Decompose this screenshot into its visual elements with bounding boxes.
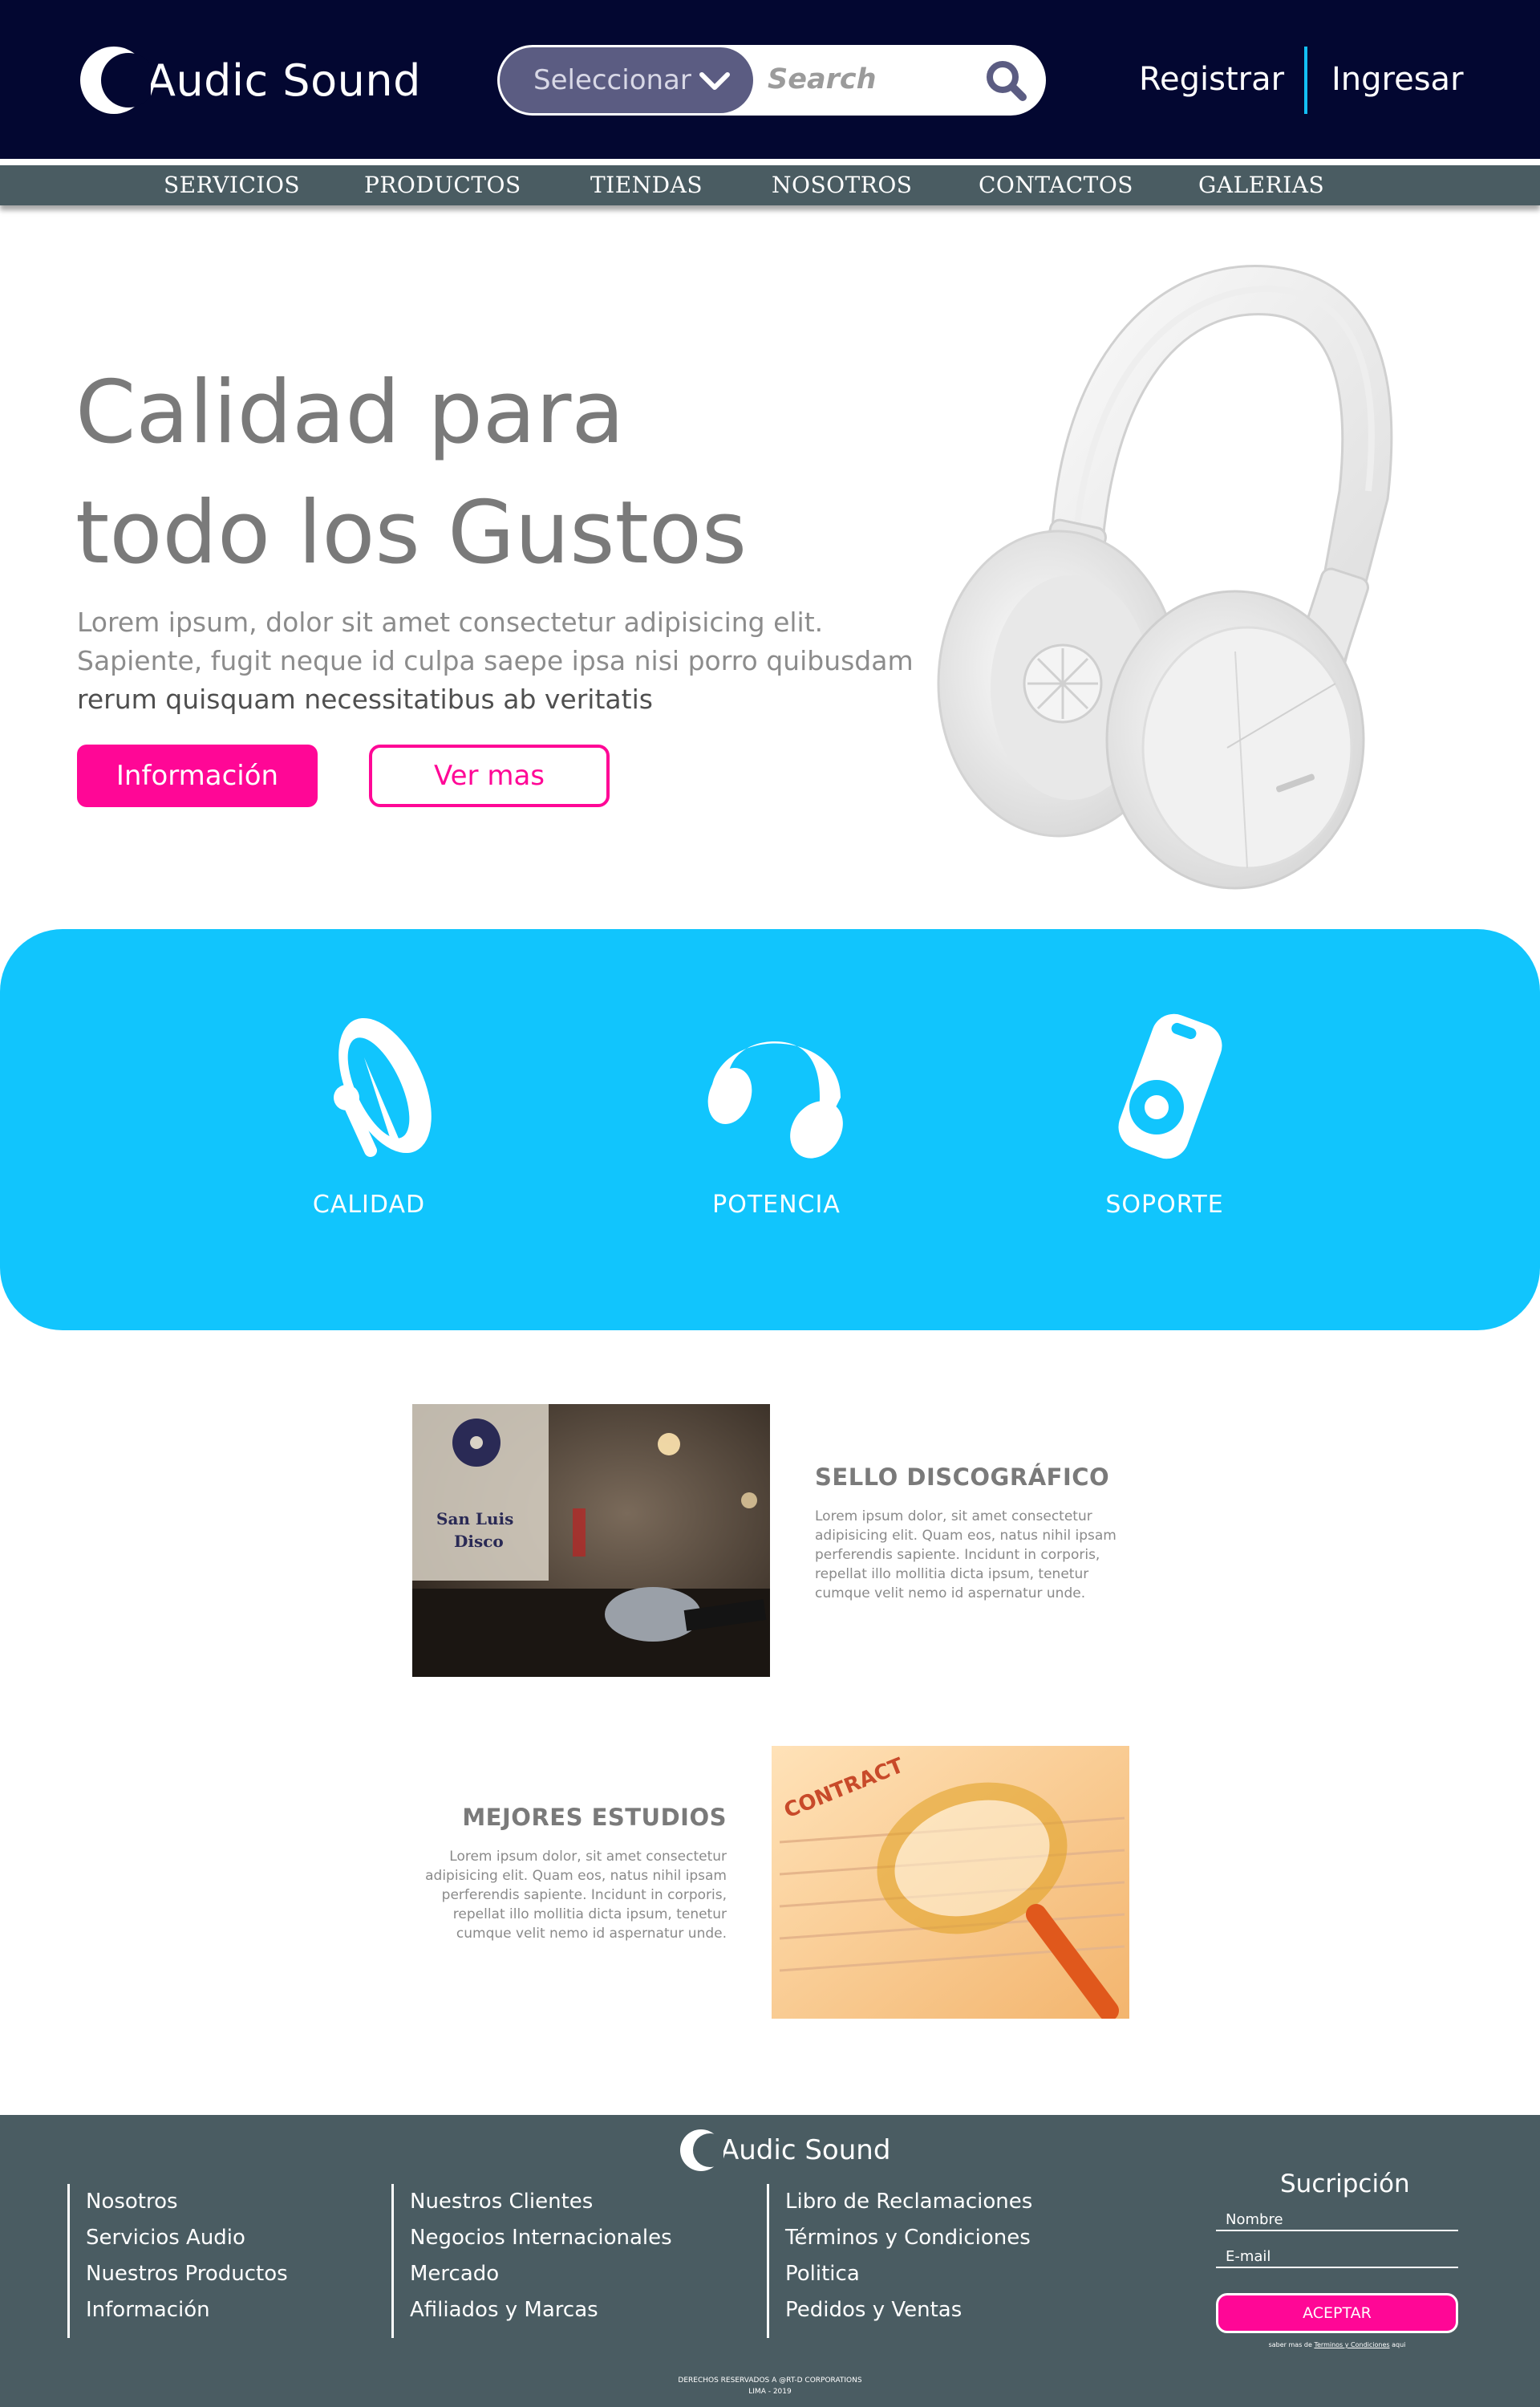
search-icon[interactable] xyxy=(981,55,1031,105)
footer-copyright: DERECHOS RESERVADOS A @RT-D CORPORATIONS xyxy=(678,2377,862,2385)
feature-potencia-label: POTENCIA xyxy=(712,1191,841,1219)
footer-link-servicios-audio[interactable]: Servicios Audio xyxy=(86,2220,288,2256)
category-select-label: Seleccionar xyxy=(533,64,691,96)
section-text-record-label: Lorem ipsum dolor, sit amet consectetur … xyxy=(815,1508,1116,1601)
information-button[interactable]: Información xyxy=(77,745,318,807)
nav-item-galerias[interactable]: GALERIAS xyxy=(1198,172,1324,198)
header-divider xyxy=(0,159,1540,165)
section-text-studios: Lorem ipsum dolor, sit amet consectetur … xyxy=(425,1849,727,1942)
register-link[interactable]: Registrar xyxy=(1139,61,1284,98)
subscription-email-field[interactable]: E-mail xyxy=(1216,2248,1458,2268)
feature-potencia: POTENCIA xyxy=(640,1009,913,1219)
auth-divider xyxy=(1304,47,1307,114)
music-player-icon xyxy=(1118,1013,1222,1159)
nav-item-tiendas[interactable]: TIENDAS xyxy=(590,172,703,198)
subscription-title: Sucripción xyxy=(1280,2170,1410,2198)
feature-soporte: SOPORTE xyxy=(1028,1009,1301,1219)
subscription-terms-note: saber mas de Terminos y Condiciones aqui xyxy=(1216,2341,1458,2348)
feature-calidad: CALIDAD xyxy=(233,1009,505,1219)
footer-link-terminos-condiciones[interactable]: Términos y Condiciones xyxy=(785,2220,1032,2256)
hero-text-line3: rerum quisquam necessitatibus ab veritat… xyxy=(77,684,653,715)
section-title-record-label: SELLO DISCOGRÁFICO xyxy=(815,1463,1110,1491)
footer-link-politica[interactable]: Politica xyxy=(785,2256,1032,2292)
subscription-note-before: saber mas de xyxy=(1268,2341,1312,2348)
search-bar: Seleccionar Search xyxy=(497,45,1046,116)
footer-column-2: Nuestros Clientes Negocios Internacional… xyxy=(391,2184,672,2338)
photo-sign-line1: San Luis xyxy=(436,1509,513,1528)
photo-sign-line2: Disco xyxy=(454,1532,504,1551)
subscription-accept-button[interactable]: ACEPTAR xyxy=(1216,2293,1458,2333)
record-label-photo: San Luis Disco xyxy=(412,1404,770,1677)
footer-logo[interactable]: Audic Sound xyxy=(679,2125,890,2176)
subscription-name-field[interactable]: Nombre xyxy=(1216,2211,1458,2231)
contract-magnifier-photo: CONTRACT xyxy=(772,1746,1129,2019)
main-nav: SERVICIOS PRODUCTOS TIENDAS NOSOTROS CON… xyxy=(0,165,1540,205)
hero-title-line2: todo los Gustos xyxy=(75,483,748,583)
site-header: Audic Sound Seleccionar Search Registrar… xyxy=(0,0,1540,159)
footer-link-nuestros-productos[interactable]: Nuestros Productos xyxy=(86,2256,288,2292)
subscription-terms-link[interactable]: Terminos y Condiciones xyxy=(1314,2341,1389,2348)
footer-link-mercado[interactable]: Mercado xyxy=(410,2256,672,2292)
headphones-icon xyxy=(707,1041,843,1159)
hero-description: Lorem ipsum, dolor sit amet consectetur … xyxy=(77,603,927,719)
see-more-button[interactable]: Ver mas xyxy=(369,745,610,807)
footer-brand-name: Audic Sound xyxy=(720,2134,891,2166)
feature-soporte-label: SOPORTE xyxy=(1105,1191,1224,1219)
nav-item-servicios[interactable]: SERVICIOS xyxy=(164,172,300,198)
login-link[interactable]: Ingresar xyxy=(1331,61,1464,98)
footer-location-year: LIMA - 2019 xyxy=(748,2388,792,2396)
footer-link-negocios-internacionales[interactable]: Negocios Internacionales xyxy=(410,2220,672,2256)
brand-logo[interactable]: Audic Sound xyxy=(77,42,421,119)
footer-link-nuestros-clientes[interactable]: Nuestros Clientes xyxy=(410,2184,672,2220)
satellite-dish-icon xyxy=(334,1017,432,1157)
footer-column-3: Libro de Reclamaciones Términos y Condic… xyxy=(767,2184,1032,2338)
footer-column-1: Nosotros Servicios Audio Nuestros Produc… xyxy=(67,2184,288,2338)
hero-text-line1: Lorem ipsum, dolor sit amet consectetur … xyxy=(77,607,824,638)
footer-link-libro-reclamaciones[interactable]: Libro de Reclamaciones xyxy=(785,2184,1032,2220)
footer-link-afiliados-marcas[interactable]: Afiliados y Marcas xyxy=(410,2292,672,2328)
nav-item-productos[interactable]: PRODUCTOS xyxy=(364,172,521,198)
search-input[interactable]: Search xyxy=(768,63,877,95)
chevron-down-icon xyxy=(697,65,732,97)
headphones-image xyxy=(890,234,1420,892)
footer-link-nosotros[interactable]: Nosotros xyxy=(86,2184,288,2220)
crescent-logo-icon xyxy=(679,2128,727,2173)
crescent-logo-icon xyxy=(77,43,156,117)
feature-calidad-label: CALIDAD xyxy=(312,1191,426,1219)
footer-link-informacion[interactable]: Información xyxy=(86,2292,288,2328)
category-select[interactable]: Seleccionar xyxy=(500,47,753,113)
hero-text-line2: Sapiente, fugit neque id culpa saepe ips… xyxy=(77,645,914,676)
hero-title-line1: Calidad para xyxy=(75,363,625,463)
site-footer: Audic Sound Nosotros Servicios Audio Nue… xyxy=(0,2115,1540,2407)
nav-item-nosotros[interactable]: NOSOTROS xyxy=(772,172,913,198)
nav-item-contactos[interactable]: CONTACTOS xyxy=(979,172,1133,198)
hero-title: Calidad para todo los Gustos xyxy=(75,353,877,594)
footer-link-pedidos-ventas[interactable]: Pedidos y Ventas xyxy=(785,2292,1032,2328)
section-title-studios: MEJORES ESTUDIOS xyxy=(462,1804,727,1831)
brand-name: Audic Sound xyxy=(146,55,421,106)
subscription-note-after: aqui xyxy=(1392,2341,1406,2348)
features-band: CALIDAD POTENCIA SOPORTE xyxy=(0,929,1540,1330)
